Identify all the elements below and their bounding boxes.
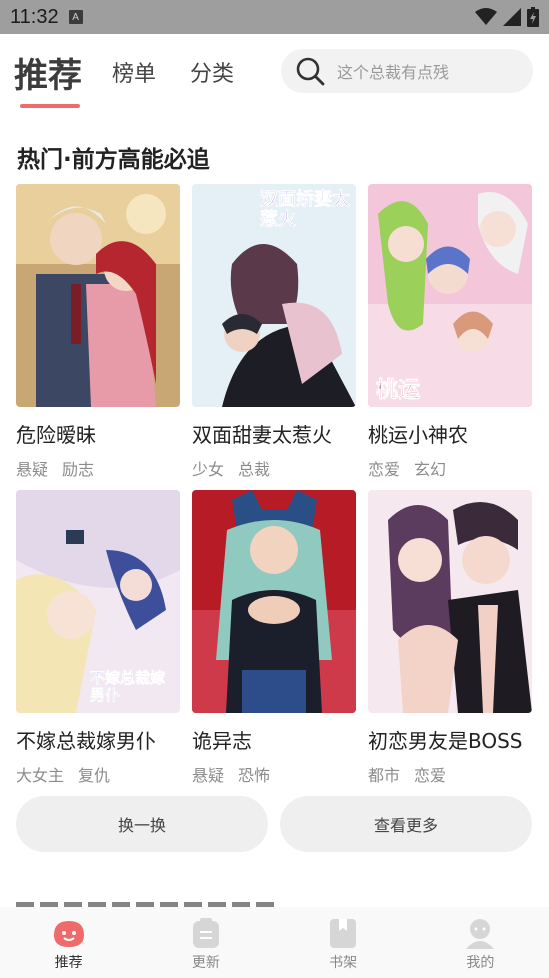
nav-item-recommend[interactable]: 推荐: [0, 907, 137, 978]
nav-label: 更新: [191, 955, 220, 971]
nav-label: 推荐: [54, 955, 83, 971]
tab-category[interactable]: 分类: [190, 56, 234, 88]
comic-card[interactable]: 双面娇妻太惹火 双面甜妻太惹火 少女 总裁: [192, 184, 356, 490]
comic-tag: 少女: [192, 460, 225, 479]
comic-tags: 恋爱 玄幻: [368, 456, 532, 480]
comic-title[interactable]: 双面甜妻太惹火: [192, 419, 356, 448]
comic-tag: 都市: [368, 766, 401, 785]
search-placeholder: 这个总裁有点残: [337, 63, 450, 82]
comic-tag: 复仇: [78, 766, 111, 785]
active-tab-indicator: [20, 104, 80, 108]
tab-recommend[interactable]: 推荐: [14, 48, 82, 97]
comic-cover[interactable]: 桃运: [368, 184, 532, 407]
view-more-button[interactable]: 查看更多: [280, 796, 532, 852]
status-time: 11:32: [10, 5, 59, 28]
comic-card[interactable]: 危险暧昧 悬疑 励志: [16, 184, 180, 490]
cover-text: 双面娇妻太惹火: [260, 189, 351, 230]
comic-card[interactable]: 诡异志 悬疑 恐怖: [192, 490, 356, 796]
comic-title[interactable]: 不嫁总裁嫁男仆: [16, 725, 180, 754]
comic-card[interactable]: 桃运 桃运小神农 恋爱 玄幻: [368, 184, 532, 490]
comic-title[interactable]: 初恋男友是BOSS: [368, 725, 532, 754]
tab-ranking[interactable]: 榜单: [112, 56, 156, 88]
section-actions: 换一换 查看更多: [0, 796, 549, 852]
comic-cover[interactable]: 不嫁总裁嫁男仆: [16, 490, 180, 713]
comic-tag: 恋爱: [414, 766, 447, 785]
comic-title[interactable]: 桃运小神农: [368, 419, 532, 448]
bookshelf-icon: [330, 919, 357, 948]
nav-label: 书架: [329, 955, 358, 971]
cover-text: 不嫁总裁嫁男仆: [90, 669, 166, 704]
battery-icon: [527, 7, 539, 27]
search-icon: [296, 57, 325, 86]
comic-tag: 玄幻: [414, 460, 447, 479]
comic-tag: 恋爱: [368, 460, 401, 479]
notification-icon: A: [68, 10, 83, 24]
section-title: 热门·前方高能必追: [17, 147, 210, 173]
comic-tag: 总裁: [238, 460, 271, 479]
signal-icon: [503, 8, 521, 26]
comic-card[interactable]: 初恋男友是BOSS 都市 恋爱: [368, 490, 532, 796]
status-icons: [475, 7, 539, 27]
top-nav: 推荐 榜单 分类 这个总裁有点残: [0, 34, 549, 110]
comic-tags: 少女 总裁: [192, 456, 356, 480]
comic-tags: 悬疑 励志: [16, 456, 180, 480]
comic-tag: 悬疑: [192, 766, 225, 785]
nav-item-profile[interactable]: 我的: [412, 907, 549, 978]
comic-tag: 悬疑: [16, 460, 49, 479]
comic-cover[interactable]: 双面娇妻太惹火: [192, 184, 356, 407]
comic-tag: 大女主: [16, 766, 65, 785]
comic-title[interactable]: 诡异志: [192, 725, 356, 754]
search-bar[interactable]: 这个总裁有点残: [281, 49, 533, 93]
comic-tag: 恐怖: [238, 766, 271, 785]
wifi-icon: [475, 8, 497, 25]
nav-label: 我的: [466, 955, 495, 971]
comic-card[interactable]: 不嫁总裁嫁男仆 不嫁总裁嫁男仆 大女主 复仇: [16, 490, 180, 796]
recommend-icon: [53, 921, 84, 947]
comic-tags: 悬疑 恐怖: [192, 762, 356, 786]
profile-icon: [466, 919, 495, 949]
comic-cover[interactable]: [368, 490, 532, 713]
update-icon: [192, 918, 219, 948]
comic-title[interactable]: 危险暧昧: [16, 419, 180, 448]
comic-cover[interactable]: [192, 490, 356, 713]
comic-cover[interactable]: [16, 184, 180, 407]
cover-text: 桃运: [376, 378, 421, 404]
bottom-nav: 推荐 更新 书架 我的: [0, 907, 549, 978]
comic-tags: 大女主 复仇: [16, 762, 180, 786]
nav-item-bookshelf[interactable]: 书架: [275, 907, 412, 978]
refresh-button[interactable]: 换一换: [16, 796, 268, 852]
comic-tag: 励志: [62, 460, 95, 479]
comic-tags: 都市 恋爱: [368, 762, 532, 786]
status-bar: 11:32 A: [0, 0, 549, 34]
nav-item-update[interactable]: 更新: [137, 907, 274, 978]
comic-grid: 危险暧昧 悬疑 励志 双面娇妻太惹火 双面甜妻太惹火 少女 总裁 桃运 桃运小神…: [0, 184, 549, 796]
